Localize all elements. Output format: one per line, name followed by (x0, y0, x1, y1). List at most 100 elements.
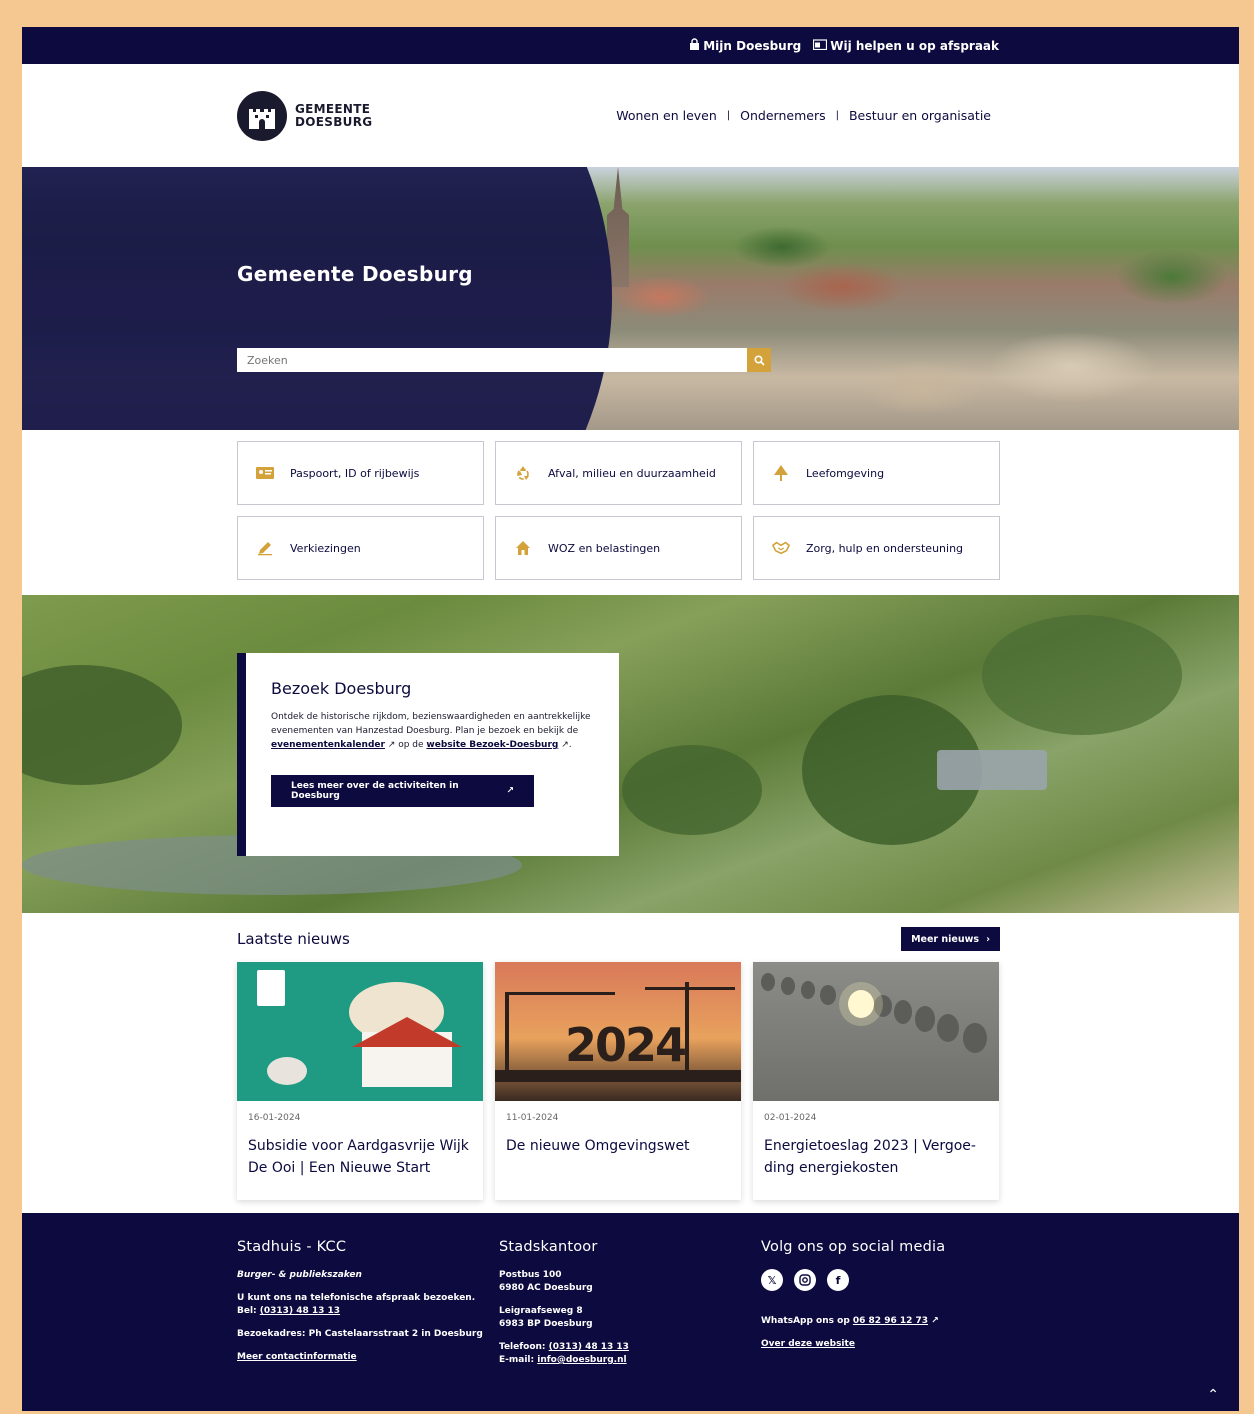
news-header: Laatste nieuws Meer nieuws › (237, 927, 1000, 951)
landscape-photo (22, 665, 182, 785)
tile-zorg[interactable]: Zorg, hulp en ondersteuning (753, 516, 1000, 580)
footer-col-stadskantoor: Stadskantoor Postbus 100 6980 AC Doesbur… (499, 1239, 629, 1367)
news-image-text: 2024 (565, 1018, 687, 1072)
tile-verkiezingen[interactable]: Verkiezingen (237, 516, 484, 580)
footer-phone-line: Bel: (0313) 48 13 13 (237, 1305, 483, 1318)
footer-whatsapp-line: WhatsApp ons op 06 82 96 12 73 ↗ (761, 1315, 945, 1328)
visit-text-3: . (568, 740, 572, 750)
news-list: 16-01-2024 Subsidie voor Aardgasvrije Wi… (237, 962, 1001, 1200)
footer-text: 6983 BP Doesburg (499, 1319, 593, 1329)
footer-text: U kunt ons na telefonische afspraak bezo… (237, 1293, 476, 1303)
more-news-label: Meer nieuws (911, 933, 980, 945)
news-image-house (237, 962, 483, 1101)
house-icon (514, 539, 532, 557)
events-calendar-link[interactable]: evenementenkalender (271, 740, 385, 750)
footer-mail-prefix: E-mail: (499, 1355, 538, 1365)
external-link-icon: ↗ (561, 740, 569, 750)
tile-label: Afval, milieu en duurzaamheid (548, 466, 716, 480)
nav-bestuur-en-organisatie[interactable]: Bestuur en organisatie (849, 108, 991, 123)
mijn-doesburg-link[interactable]: Mijn Doesburg (689, 38, 801, 53)
landscape-photo (622, 745, 762, 835)
appointment-label: Wij helpen u op afspraak (830, 38, 999, 53)
news-card[interactable]: 16-01-2024 Subsidie voor Aardgasvrije Wi… (237, 962, 483, 1200)
nav-ondernemers[interactable]: Ondernemers (740, 108, 825, 123)
news-title: Subsidie voor Aardgasvrije Wijk De Ooi |… (248, 1138, 469, 1176)
news-card[interactable]: 02-01-2024 Energietoeslag 2023 | Vergoe-… (753, 962, 999, 1200)
logo-line2: DOESBURG (295, 114, 373, 129)
footer-address: Bezoekadres: Ph Castelaarsstraat 2 in Do… (237, 1329, 483, 1339)
chevron-right-icon: › (986, 933, 990, 945)
search-input[interactable] (237, 348, 747, 372)
activities-button-label: Lees meer over de activiteiten in Doesbu… (291, 781, 459, 801)
hero-banner: Gemeente Doesburg (22, 167, 1239, 430)
tile-label: Zorg, hulp en ondersteuning (806, 541, 964, 555)
visit-text-1: Ontdek de historische rijkdom, bezienswa… (271, 712, 591, 736)
news-heading: Laatste nieuws (237, 930, 350, 948)
visit-card: Bezoek Doesburg Ontdek de historische ri… (237, 653, 619, 856)
x-twitter-icon[interactable]: 𝕏 (761, 1269, 783, 1291)
facebook-icon[interactable]: f (827, 1269, 849, 1291)
nav-wonen-en-leven[interactable]: Wonen en leven (616, 108, 717, 123)
service-tiles: Paspoort, ID of rijbewijs Afval, milieu … (237, 441, 1001, 580)
tile-label: Leefomgeving (806, 466, 885, 480)
tree-icon (772, 464, 790, 482)
footer-phone-prefix: Bel: (237, 1306, 260, 1316)
footer-mail-line: E-mail: info@doesburg.nl (499, 1354, 629, 1367)
more-news-button[interactable]: Meer nieuws › (901, 927, 1000, 951)
nav-separator: | (726, 110, 731, 121)
tile-label: Verkiezingen (290, 541, 361, 555)
visit-text-2: op de (395, 740, 427, 750)
footer-tel-prefix: Telefoon: (499, 1342, 549, 1352)
footer-text: 6980 AC Doesburg (499, 1283, 593, 1293)
instagram-icon[interactable] (794, 1269, 816, 1291)
hero-title: Gemeente Doesburg (237, 262, 473, 286)
activities-button[interactable]: Lees meer over de activiteiten in Doesbu… (271, 775, 534, 807)
footer-tel-link[interactable]: (0313) 48 13 13 (549, 1342, 629, 1352)
footer-heading: Stadhuis - KCC (237, 1239, 347, 1255)
about-website-link[interactable]: Over deze website (761, 1339, 855, 1349)
top-bar: Mijn Doesburg Wij helpen u op afspraak (22, 27, 1239, 64)
hero-overlay (22, 167, 612, 430)
tile-label: WOZ en belastingen (548, 541, 661, 555)
footer-subheading: Burger- & publiekszaken (237, 1270, 362, 1280)
back-to-top-icon[interactable]: ⌃ (1207, 1387, 1219, 1403)
search-bar (237, 348, 771, 372)
news-date: 16-01-2024 (248, 1113, 301, 1123)
search-icon (753, 351, 765, 370)
news-title: Energietoeslag 2023 | Vergoe-ding energi… (764, 1138, 976, 1176)
website-link[interactable]: website Bezoek-Doesburg (426, 740, 558, 750)
whatsapp-link[interactable]: 06 82 96 12 73 (853, 1316, 928, 1326)
news-card[interactable]: 2024 11-01-2024 De nieuwe Omgevingswet (495, 962, 741, 1200)
footer-mail-link[interactable]: info@doesburg.nl (537, 1355, 626, 1365)
lock-icon (689, 38, 700, 53)
site-logo[interactable]: GEMEENTE DOESBURG (237, 90, 373, 141)
footer-heading: Stadskantoor (499, 1239, 598, 1255)
footer-text: Leigraafseweg 8 (499, 1306, 583, 1316)
news-image-bulbs (753, 962, 999, 1101)
news-title: De nieuwe Omgevingswet (506, 1138, 690, 1154)
site-footer: Stadhuis - KCC Burger- & publiekszaken U… (22, 1213, 1239, 1411)
page: Mijn Doesburg Wij helpen u op afspraak G… (22, 27, 1239, 1411)
appointment-link[interactable]: Wij helpen u op afspraak (813, 39, 999, 53)
main-nav: Wonen en leven | Ondernemers | Bestuur e… (616, 108, 991, 123)
tile-leefomgeving[interactable]: Leefomgeving (753, 441, 1000, 505)
footer-phone-link[interactable]: (0313) 48 13 13 (260, 1306, 340, 1316)
external-link-icon: ↗ (931, 1316, 939, 1326)
landscape-photo (982, 615, 1182, 735)
recycle-icon (514, 464, 532, 482)
tile-label: Paspoort, ID of rijbewijs (290, 466, 420, 480)
news-date: 11-01-2024 (506, 1113, 559, 1123)
search-button[interactable] (747, 348, 771, 372)
tile-afval[interactable]: Afval, milieu en duurzaamheid (495, 441, 742, 505)
handshake-icon (772, 539, 790, 557)
tile-paspoort[interactable]: Paspoort, ID of rijbewijs (237, 441, 484, 505)
tile-woz[interactable]: WOZ en belastingen (495, 516, 742, 580)
footer-col-stadhuis: Stadhuis - KCC Burger- & publiekszaken U… (237, 1239, 483, 1364)
calendar-icon (813, 38, 828, 53)
nav-separator: | (835, 110, 839, 121)
logo-line1: GEMEENTE (295, 101, 371, 116)
more-contact-link[interactable]: Meer contactinformatie (237, 1352, 357, 1362)
footer-heading: Volg ons op social media (761, 1239, 946, 1255)
visit-title: Bezoek Doesburg (271, 679, 412, 698)
mijn-doesburg-label: Mijn Doesburg (703, 38, 802, 53)
